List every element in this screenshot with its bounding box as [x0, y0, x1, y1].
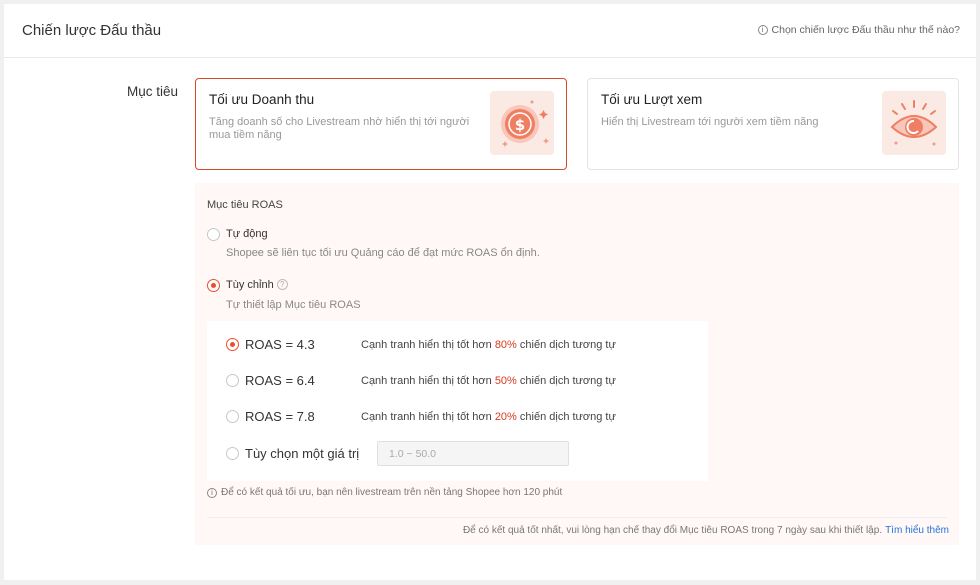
roas-panel: Mục tiêu ROAS Tự động Shopee sẽ liên tục…: [195, 183, 959, 545]
goal-option-title: Tối ưu Lượt xem: [601, 92, 703, 107]
roas-choice-radio-2[interactable]: [226, 374, 239, 387]
roas-custom-label-wrap[interactable]: Tùy chỉnh?: [226, 279, 288, 291]
desc-suffix: chiến dịch tương tự: [519, 375, 616, 387]
svg-text:$: $: [515, 116, 525, 134]
roas-value-input[interactable]: [377, 441, 569, 466]
roas-custom-value-radio[interactable]: [226, 447, 239, 460]
footer-note: Để có kết quả tốt nhất, vui lòng hạn chế…: [463, 525, 949, 536]
desc-percent: 20%: [494, 411, 517, 423]
revenue-coin-icon: $: [490, 91, 554, 155]
goal-option-revenue[interactable]: Tối ưu Doanh thu Tăng doanh số cho Lives…: [195, 78, 567, 170]
livestream-tip: i Để có kết quả tối ưu, bạn nên livestre…: [207, 487, 562, 498]
roas-choice-desc-1: Cạnh tranh hiển thị tốt hơn 80% chiến dị…: [361, 339, 616, 351]
roas-custom-description: Tự thiết lập Mục tiêu ROAS: [226, 299, 361, 311]
goal-option-title: Tối ưu Doanh thu: [209, 92, 315, 107]
roas-choice-radio-1[interactable]: [226, 338, 239, 351]
roas-custom-radio[interactable]: [207, 279, 220, 292]
desc-prefix: Cạnh tranh hiển thị tốt hơn: [361, 411, 492, 423]
roas-custom-label[interactable]: Tùy chỉnh: [226, 279, 274, 291]
goal-option-views[interactable]: Tối ưu Lượt xem Hiển thị Livestream tới …: [587, 78, 959, 170]
roas-choice-label-1[interactable]: ROAS = 4.3: [245, 337, 315, 352]
help-link-text[interactable]: Chọn chiến lược Đấu thầu như thế nào?: [772, 24, 960, 36]
question-icon[interactable]: ?: [276, 279, 288, 290]
learn-more-link[interactable]: Tìm hiểu thêm: [885, 525, 949, 536]
roas-choice-desc-3: Cạnh tranh hiển thị tốt hơn 20% chiến dị…: [361, 411, 616, 423]
roas-choice-label-3[interactable]: ROAS = 7.8: [245, 409, 315, 424]
roas-choice-radio-3[interactable]: [226, 410, 239, 423]
roas-choice-label-2[interactable]: ROAS = 6.4: [245, 373, 315, 388]
desc-percent: 50%: [494, 375, 517, 387]
roas-auto-label[interactable]: Tự động: [226, 228, 268, 240]
info-icon: i: [757, 25, 768, 35]
roas-auto-radio[interactable]: [207, 228, 220, 241]
desc-prefix: Cạnh tranh hiển thị tốt hơn: [361, 339, 492, 351]
card-header: Chiến lược Đấu thầu i Chọn chiến lược Đấ…: [4, 4, 976, 58]
tip-text: Để có kết quả tối ưu, bạn nên livestream…: [221, 487, 563, 498]
roas-custom-value-label[interactable]: Tùy chọn một giá trị: [245, 446, 359, 461]
info-icon: i: [207, 487, 217, 498]
page-title: Chiến lược Đấu thầu: [22, 22, 162, 39]
goal-option-description: Hiển thị Livestream tới người xem tiềm n…: [601, 116, 819, 128]
roas-auto-description: Shopee sẽ liên tục tối ưu Quảng cáo để đ…: [226, 247, 540, 259]
views-eye-icon: [882, 91, 946, 155]
footer-note-text: Để có kết quả tốt nhất, vui lòng hạn chế…: [462, 525, 883, 536]
roas-choice-desc-2: Cạnh tranh hiển thị tốt hơn 50% chiến dị…: [361, 375, 616, 387]
roas-title: Mục tiêu ROAS: [207, 199, 283, 211]
bidding-strategy-card: Chiến lược Đấu thầu i Chọn chiến lược Đấ…: [4, 4, 976, 580]
goal-option-description: Tăng doanh số cho Livestream nhờ hiển th…: [209, 116, 470, 141]
help-link[interactable]: i Chọn chiến lược Đấu thầu như thế nào?: [757, 24, 960, 36]
roas-choices-box: ROAS = 4.3 Cạnh tranh hiển thị tốt hơn 8…: [207, 321, 708, 481]
desc-prefix: Cạnh tranh hiển thị tốt hơn: [361, 375, 492, 387]
desc-percent: 80%: [494, 339, 517, 351]
desc-suffix: chiến dịch tương tự: [519, 411, 616, 423]
goal-label: Mục tiêu: [127, 84, 179, 99]
desc-suffix: chiến dịch tương tự: [519, 339, 616, 351]
divider: [207, 517, 947, 518]
